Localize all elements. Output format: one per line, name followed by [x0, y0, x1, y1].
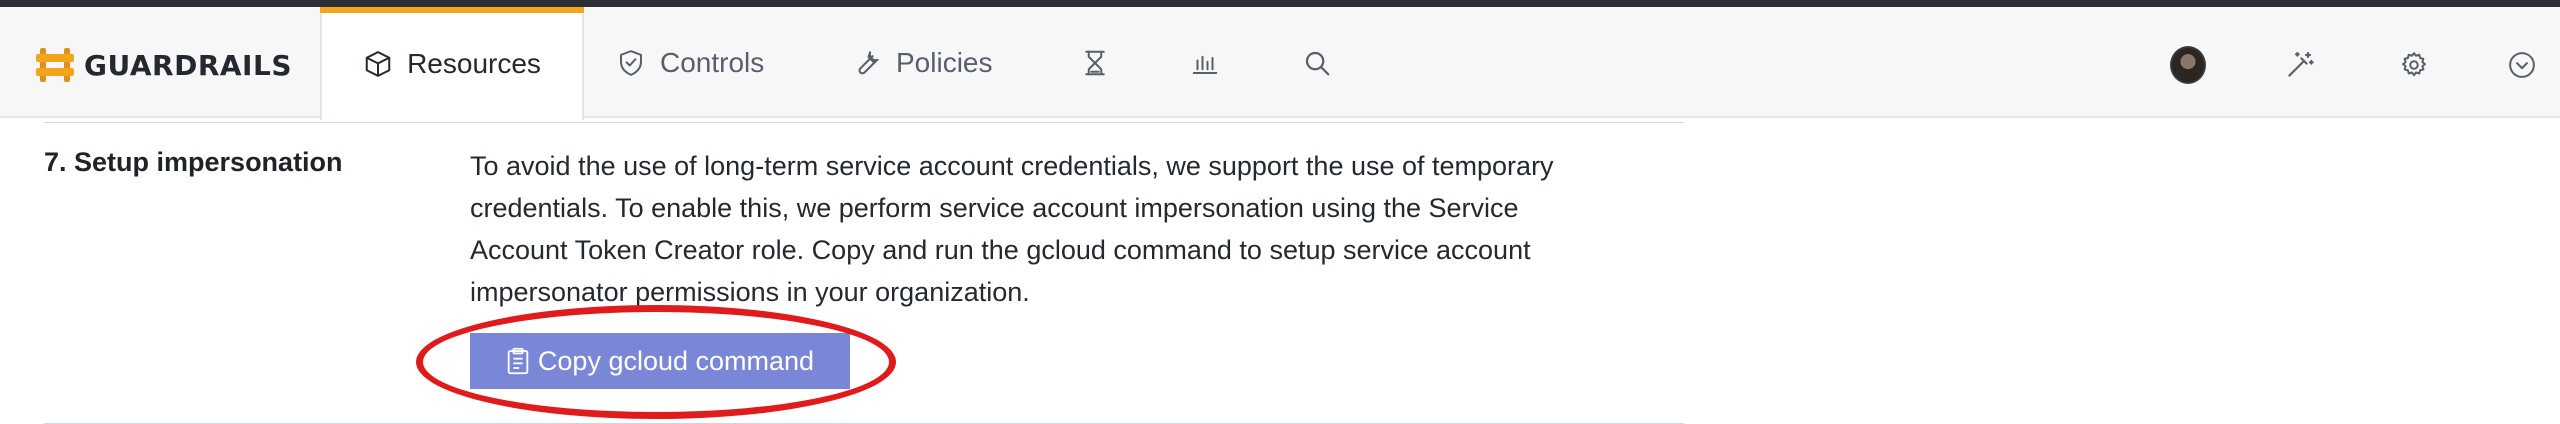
step-description-line: impersonator permissions in your organiz…	[470, 277, 1030, 307]
copy-gcloud-command-button[interactable]: Copy gcloud command	[470, 333, 850, 389]
step-description: To avoid the use of long-term service ac…	[470, 145, 1670, 313]
setup-step-section: 7. Setup impersonation To avoid the use …	[44, 122, 1684, 424]
step-title: 7. Setup impersonation	[44, 147, 343, 177]
clipboard-icon	[507, 347, 529, 375]
step-description-line: To avoid the use of long-term service ac…	[470, 151, 1554, 181]
tab-resources-label: Resources	[407, 47, 541, 79]
tab-resources[interactable]: Resources	[320, 7, 584, 120]
cube-icon	[365, 50, 391, 77]
tab-controls[interactable]: Controls	[616, 7, 764, 118]
user-avatar-button[interactable]	[2170, 46, 2206, 84]
chevron-down-icon	[2509, 52, 2535, 78]
tab-policies-label: Policies	[896, 46, 993, 78]
step-description-line: Account Token Creator role. Copy and run…	[470, 235, 1531, 265]
guardrails-logo-icon	[36, 48, 74, 82]
tab-reports[interactable]	[1190, 7, 1220, 118]
search-icon	[1305, 51, 1330, 75]
account-menu-button[interactable]	[2504, 47, 2540, 83]
chart-bars-icon	[1192, 55, 1218, 74]
tab-policies[interactable]: Policies	[852, 7, 992, 118]
avatar	[2170, 46, 2206, 84]
wrench-icon	[858, 50, 879, 74]
brand[interactable]: GUARDRAILS	[36, 45, 292, 85]
tab-controls-label: Controls	[660, 46, 765, 78]
copy-gcloud-command-label: Copy gcloud command	[537, 345, 815, 376]
magic-wand-button[interactable]	[2282, 47, 2318, 83]
settings-button[interactable]	[2396, 47, 2432, 83]
hourglass-icon	[1085, 50, 1105, 75]
top-navbar: GUARDRAILS Resources Controls Policies	[0, 7, 2560, 120]
shield-check-icon	[620, 49, 642, 76]
step-description-line: credentials. To enable this, we perform …	[470, 193, 1519, 223]
tab-activity[interactable]	[1080, 7, 1110, 118]
brand-name: GUARDRAILS	[84, 48, 292, 82]
tab-search[interactable]	[1302, 7, 1332, 118]
gear-icon	[2402, 52, 2426, 77]
window-top-edge	[0, 0, 2560, 7]
magic-wand-icon	[2288, 51, 2314, 77]
